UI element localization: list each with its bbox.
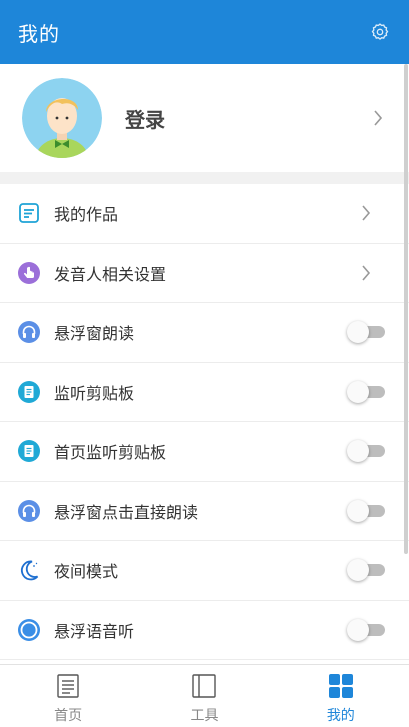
float-voice-listen-toggle[interactable] xyxy=(347,618,385,641)
list-item-float-voice-listen: 悬浮语音听 xyxy=(0,600,409,660)
moon-icon xyxy=(17,558,41,582)
settings-list: 我的作品 发音人相关设置 悬浮窗朗读 监听剪贴板 首页监听剪贴板 悬浮窗点击直接… xyxy=(0,184,409,660)
list-item-clipboard-monitor: 监听剪贴板 xyxy=(0,362,409,422)
list-item-label: 监听剪贴板 xyxy=(54,383,135,403)
list-item-night-mode: 夜间模式 xyxy=(0,541,409,601)
list-item-label: 悬浮窗点击直接朗读 xyxy=(54,502,199,522)
profile-login-row[interactable]: 登录 xyxy=(0,64,409,172)
clipboard-icon xyxy=(17,439,41,463)
list-item-my-works[interactable]: 我的作品 xyxy=(0,184,409,244)
chevron-right-icon xyxy=(341,265,391,281)
works-icon xyxy=(17,201,41,225)
home-clipboard-monitor-toggle[interactable] xyxy=(347,440,385,463)
hand-pointer-icon xyxy=(17,261,41,285)
tab-mine[interactable]: 我的 xyxy=(273,665,409,727)
book-icon xyxy=(191,673,217,699)
bottom-tab-bar: 首页 工具 我的 xyxy=(0,664,409,727)
tab-label: 工具 xyxy=(190,708,219,724)
document-icon xyxy=(55,673,81,699)
list-item-home-clipboard-monitor: 首页监听剪贴板 xyxy=(0,422,409,482)
list-item-label: 首页监听剪贴板 xyxy=(54,443,167,463)
chevron-right-icon xyxy=(341,205,391,221)
list-item-float-read: 悬浮窗朗读 xyxy=(0,303,409,363)
list-item-float-click-read: 悬浮窗点击直接朗读 xyxy=(0,481,409,541)
tab-label: 首页 xyxy=(54,708,83,724)
page-title: 我的 xyxy=(18,21,60,46)
login-label[interactable]: 登录 xyxy=(125,104,363,133)
list-item-label: 我的作品 xyxy=(54,205,119,225)
list-item-label: 悬浮语音听 xyxy=(54,621,135,641)
headphones-icon xyxy=(17,499,41,523)
tab-tools[interactable]: 工具 xyxy=(136,665,272,727)
list-item-label: 悬浮窗朗读 xyxy=(54,324,135,344)
app-bar: 我的 xyxy=(0,0,409,64)
circle-icon xyxy=(17,618,41,642)
section-divider xyxy=(0,172,409,184)
float-read-toggle[interactable] xyxy=(347,321,385,344)
avatar-boy-icon xyxy=(22,78,102,158)
list-item-label: 夜间模式 xyxy=(54,562,119,582)
list-item-voice-settings[interactable]: 发音人相关设置 xyxy=(0,243,409,303)
grid-icon xyxy=(328,673,354,699)
scrollbar[interactable] xyxy=(404,64,408,554)
gear-icon[interactable] xyxy=(369,21,391,43)
tab-label: 我的 xyxy=(326,708,355,724)
headphones-icon xyxy=(17,320,41,344)
list-item-label: 发音人相关设置 xyxy=(54,264,167,284)
night-mode-toggle[interactable] xyxy=(347,559,385,582)
float-click-read-toggle[interactable] xyxy=(347,499,385,522)
tab-home[interactable]: 首页 xyxy=(0,665,136,727)
chevron-right-icon xyxy=(363,110,393,126)
clipboard-icon xyxy=(17,380,41,404)
clipboard-monitor-toggle[interactable] xyxy=(347,380,385,403)
